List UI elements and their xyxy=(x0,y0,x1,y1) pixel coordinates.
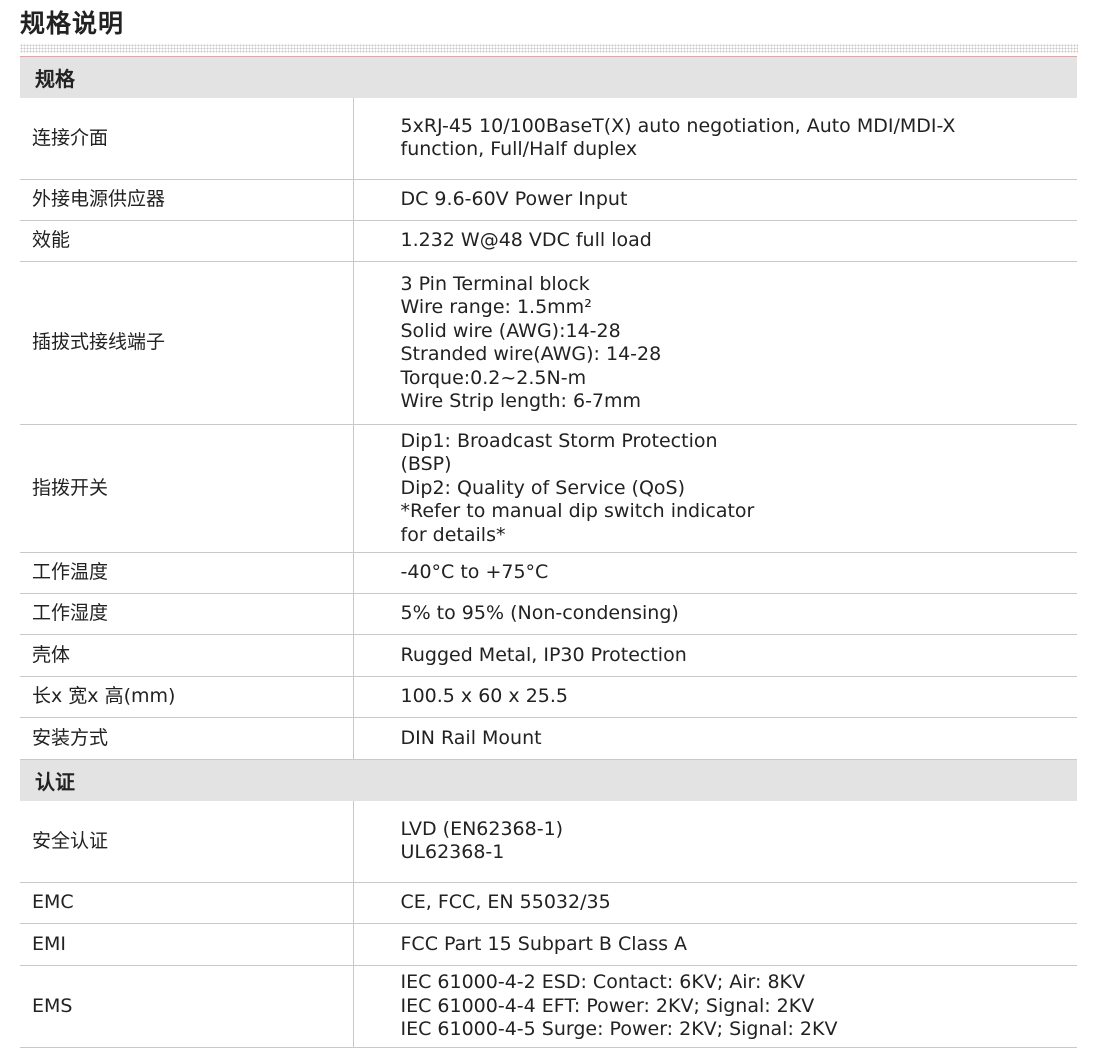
spec-label: 安装方式 xyxy=(20,717,354,760)
spec-value-line: for details* xyxy=(400,523,506,546)
page-title: 规格说明 xyxy=(20,9,125,38)
spec-label: 壳体 xyxy=(20,634,354,677)
spec-row: 效能 1.232 W@48 VDC full load xyxy=(20,220,1077,262)
spec-row: 工作湿度 5% to 95% (Non-condensing) xyxy=(20,593,1077,635)
spec-row: 指拨开关 Dip1: Broadcast Storm Protection (BSP… xyxy=(20,424,1077,553)
spec-value-line: 5% to 95% (Non-condensing) xyxy=(400,602,679,625)
spec-value: 3 Pin Terminal block Wire range: 1.5mm² So… xyxy=(353,261,1077,425)
spec-row: 安装方式 DIN Rail Mount xyxy=(20,717,1077,760)
spec-value: 100.5 x 60 x 25.5 xyxy=(353,676,1077,718)
spec-value: 1.232 W@48 VDC full load xyxy=(353,220,1077,262)
spec-value-line: UL62368-1 xyxy=(400,841,505,864)
spec-value-line: FCC Part 15 Subpart B Class A xyxy=(400,932,688,955)
spec-row: EMC CE, FCC, EN 55032/35 xyxy=(20,882,1077,924)
spec-value-line: CE, FCC, EN 55032/35 xyxy=(400,891,611,914)
spec-value-line: *Refer to manual dip switch indicator xyxy=(400,500,755,523)
spec-value-line: Wire Strip length: 6-7mm xyxy=(400,390,642,412)
spec-label: 连接介面 xyxy=(20,97,354,180)
spec-value: 5xRJ-45 10/100BaseT(X) auto negotiation,… xyxy=(353,97,1077,180)
section-title: 规格 xyxy=(20,56,1077,98)
spec-value: DC 9.6-60V Power Input xyxy=(353,179,1077,221)
spec-value-line: IEC 61000-4-4 EFT: Power: 2KV; Signal: 2… xyxy=(400,994,815,1017)
spec-value: DIN Rail Mount xyxy=(353,717,1077,760)
spec-label: EMS xyxy=(20,965,354,1048)
title-divider xyxy=(20,44,1078,53)
spec-row: 工作温度 -40°C to +75°C xyxy=(20,552,1077,594)
spec-row: 插拔式接线端子 3 Pin Terminal block Wire range: 1… xyxy=(20,261,1077,425)
spec-value-line: LVD (EN62368-1) xyxy=(400,817,564,840)
spec-value: LVD (EN62368-1) UL62368-1 xyxy=(353,800,1077,883)
spec-value-line: 100.5 x 60 x 25.5 xyxy=(400,685,569,708)
spec-value-line: 5xRJ-45 10/100BaseT(X) auto negotiation,… xyxy=(400,114,956,137)
spec-value: 5% to 95% (Non-condensing) xyxy=(353,593,1077,635)
spec-value-line: 1.232 W@48 VDC full load xyxy=(400,229,652,252)
spec-row: 长x 宽x 高(mm) 100.5 x 60 x 25.5 xyxy=(20,676,1077,718)
spec-value-line: DC 9.6-60V Power Input xyxy=(400,188,628,211)
spec-value-line: Wire range: 1.5mm² xyxy=(400,296,592,318)
spec-label: 插拔式接线端子 xyxy=(20,261,354,425)
spec-label: 效能 xyxy=(20,220,354,262)
section-header-row: 规格 xyxy=(20,56,1077,98)
spec-value: IEC 61000-4-2 ESD: Contact: 6KV; Air: 8K… xyxy=(353,965,1077,1048)
spec-value-line: -40°C to +75°C xyxy=(400,561,549,584)
spec-label: 长x 宽x 高(mm) xyxy=(20,676,354,718)
spec-value-line: Dip1: Broadcast Storm Protection xyxy=(400,429,718,452)
spec-table-body: 规格 连接介面 5xRJ-45 10/100BaseT(X) auto negoti… xyxy=(20,56,1077,1048)
spec-value-line: Rugged Metal, IP30 Protection xyxy=(400,643,687,666)
spec-label: EMI xyxy=(20,923,354,966)
spec-row: 连接介面 5xRJ-45 10/100BaseT(X) auto negotiat… xyxy=(20,97,1077,180)
spec-value: Dip1: Broadcast Storm Protection (BSP) Dip… xyxy=(353,424,1077,553)
spec-value-line: Dip2: Quality of Service (QoS) xyxy=(400,476,686,499)
spec-row: EMI FCC Part 15 Subpart B Class A xyxy=(20,923,1077,966)
spec-value: FCC Part 15 Subpart B Class A xyxy=(353,923,1077,966)
section-title: 认证 xyxy=(20,759,1077,801)
spec-label: 外接电源供应器 xyxy=(20,179,354,221)
spec-label: 安全认证 xyxy=(20,800,354,883)
spec-row: 壳体 Rugged Metal, IP30 Protection xyxy=(20,634,1077,677)
spec-value-line: function, Full/Half duplex xyxy=(400,138,638,161)
spec-value-line: IEC 61000-4-5 Surge: Power: 2KV; Signal:… xyxy=(400,1018,838,1041)
spec-row: 安全认证 LVD (EN62368-1) UL62368-1 xyxy=(20,800,1077,883)
spec-value-line: Solid wire (AWG):14-28 xyxy=(400,319,621,342)
spec-value-line: Torque:0.2~2.5N-m xyxy=(400,366,587,389)
section-header-row: 认证 xyxy=(20,759,1077,801)
spec-value-line: Stranded wire(AWG): 14-28 xyxy=(400,343,662,365)
spec-label: EMC xyxy=(20,882,354,924)
spec-value-line: DIN Rail Mount xyxy=(400,726,542,749)
spec-value-line: 3 Pin Terminal block xyxy=(400,272,590,295)
spec-row: EMS IEC 61000-4-2 ESD: Contact: 6KV; Air:… xyxy=(20,965,1077,1048)
spec-value-line: (BSP) xyxy=(400,453,452,476)
spec-value: Rugged Metal, IP30 Protection xyxy=(353,634,1077,677)
spec-value: -40°C to +75°C xyxy=(353,552,1077,594)
spec-label: 工作湿度 xyxy=(20,593,354,635)
spec-value: CE, FCC, EN 55032/35 xyxy=(353,882,1077,924)
spec-row: 外接电源供应器 DC 9.6-60V Power Input xyxy=(20,179,1077,221)
spec-label: 指拨开关 xyxy=(20,424,354,553)
spec-value-line: IEC 61000-4-2 ESD: Contact: 6KV; Air: 8K… xyxy=(400,971,806,994)
spec-label: 工作温度 xyxy=(20,552,354,594)
spec-table: 规格 连接介面 5xRJ-45 10/100BaseT(X) auto negoti… xyxy=(20,56,1077,1048)
